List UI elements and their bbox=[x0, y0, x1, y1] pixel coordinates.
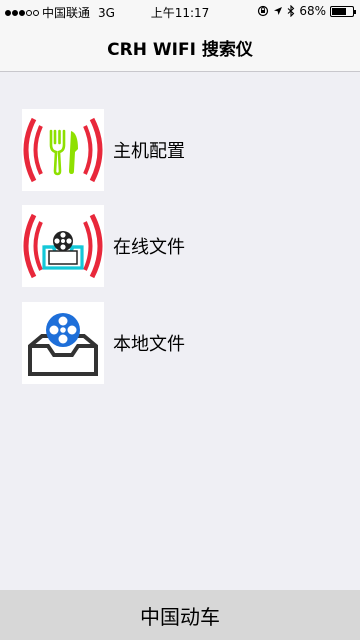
menu-item-local-files[interactable]: 本地文件 bbox=[22, 302, 185, 384]
menu-list: 主机配置 在线文件 本地文件 bbox=[0, 73, 360, 590]
location-arrow-icon bbox=[274, 7, 283, 15]
menu-item-online-files[interactable]: 在线文件 bbox=[22, 205, 185, 287]
footer-label: 中国动车 bbox=[140, 604, 220, 629]
menu-item-host-config[interactable]: 主机配置 bbox=[22, 109, 185, 191]
host-config-icon bbox=[22, 109, 104, 191]
page-title: CRH WIFI 搜索仪 bbox=[107, 40, 253, 60]
menu-item-label: 主机配置 bbox=[113, 141, 185, 162]
menu-item-label: 在线文件 bbox=[113, 237, 185, 258]
rotation-lock-icon bbox=[258, 5, 269, 17]
local-files-icon bbox=[22, 302, 104, 384]
menu-item-label: 本地文件 bbox=[113, 334, 185, 355]
status-bar: 中国联通 3G 上午11:17 68% bbox=[0, 0, 360, 24]
nav-bar: CRH WIFI 搜索仪 bbox=[0, 24, 360, 72]
bluetooth-icon bbox=[287, 5, 295, 17]
battery-icon bbox=[330, 5, 356, 17]
footer-bar: 中国动车 bbox=[0, 590, 360, 640]
online-files-icon bbox=[22, 205, 104, 287]
status-right: 68% bbox=[257, 4, 356, 18]
battery-percent: 68% bbox=[299, 4, 326, 18]
